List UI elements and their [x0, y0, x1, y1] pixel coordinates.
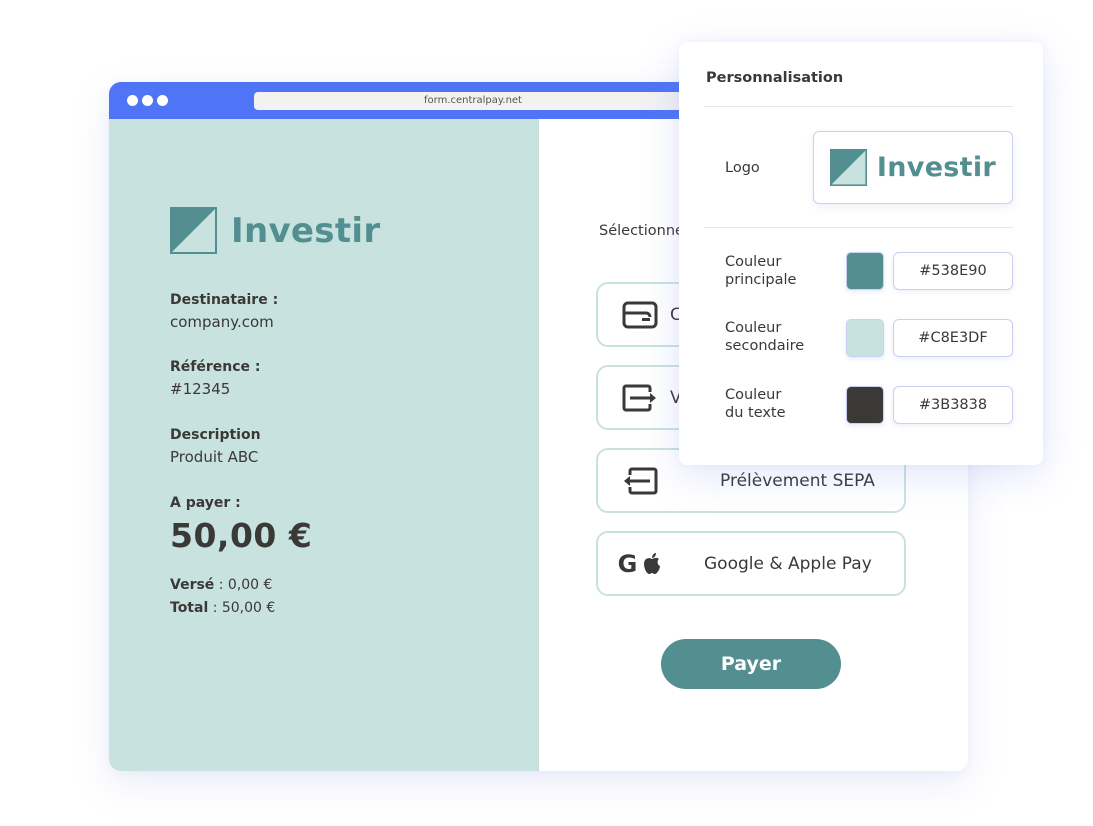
description-field: Description Produit ABC — [170, 424, 261, 468]
panel-title: Personnalisation — [706, 70, 844, 86]
payment-totals: Versé : 0,00 € Total : 50,00 € — [170, 574, 275, 620]
reference-field: Référence : #12345 — [170, 356, 261, 400]
field-value: company.com — [170, 313, 274, 331]
recipient-field: Destinataire : company.com — [170, 289, 278, 333]
url-text: form.centralpay.net — [424, 95, 522, 106]
apple-icon — [644, 552, 661, 574]
secondary-color-label: Couleur secondaire — [725, 319, 804, 355]
secondary-color-swatch[interactable] — [846, 319, 884, 357]
text-color-label: Couleur du texte — [725, 386, 786, 422]
window-controls — [127, 95, 168, 106]
field-label: Description — [170, 427, 261, 443]
label-line: secondaire — [725, 338, 805, 354]
logo-upload[interactable]: Investir — [813, 131, 1013, 204]
total-row: Total : 50,00 € — [170, 597, 275, 620]
label-line: Couleur — [725, 254, 782, 270]
payment-option-label: Prélèvement SEPA — [720, 470, 875, 491]
label-line: du texte — [725, 405, 786, 421]
paid-label: Versé — [170, 577, 215, 593]
field-label: Destinataire : — [170, 292, 279, 308]
divider — [704, 227, 1013, 228]
amount-value: 50,00 € — [170, 516, 313, 555]
paid-value: : 0,00 € — [214, 577, 273, 593]
secondary-color-input[interactable] — [893, 319, 1013, 357]
field-value: Produit ABC — [170, 448, 259, 466]
logo-label: Logo — [725, 160, 760, 176]
order-summary-pane: Investir Destinataire : company.com Réfé… — [109, 119, 539, 771]
transfer-out-icon — [610, 384, 670, 412]
brand-logo-icon — [829, 149, 867, 186]
logo-brand-name: Investir — [876, 152, 997, 183]
google-apple-icon: G — [610, 550, 670, 578]
merchant-brand: Investir — [170, 207, 380, 254]
window-dot-icon[interactable] — [127, 95, 138, 106]
payment-option-label: Google & Apple Pay — [704, 553, 872, 574]
primary-color-label: Couleur principale — [725, 253, 796, 289]
primary-color-swatch[interactable] — [846, 252, 884, 290]
pay-button[interactable]: Payer — [661, 639, 841, 689]
personalisation-panel: Personnalisation Logo Investir Couleur p… — [679, 42, 1043, 465]
window-dot-icon[interactable] — [142, 95, 153, 106]
google-icon: G — [617, 549, 638, 578]
label-line: Couleur — [725, 387, 782, 403]
amount-label: A payer : — [170, 495, 241, 511]
field-value: #12345 — [170, 380, 231, 398]
label-line: Couleur — [725, 320, 782, 336]
brand-name: Investir — [231, 210, 381, 251]
total-label: Total — [170, 600, 209, 616]
payment-option-wallet[interactable]: G Google & Apple Pay — [596, 531, 906, 596]
total-value: : 50,00 € — [208, 600, 276, 616]
primary-color-input[interactable] — [893, 252, 1013, 290]
text-color-swatch[interactable] — [846, 386, 884, 424]
field-label: Référence : — [170, 359, 261, 375]
window-dot-icon[interactable] — [157, 95, 168, 106]
amount-due: A payer : 50,00 € — [170, 492, 312, 556]
paid-row: Versé : 0,00 € — [170, 574, 275, 597]
divider — [704, 106, 1013, 107]
transfer-in-icon — [610, 467, 670, 495]
label-line: principale — [725, 272, 797, 288]
text-color-input[interactable] — [893, 386, 1013, 424]
brand-logo-icon — [170, 207, 217, 254]
card-icon — [610, 301, 670, 329]
